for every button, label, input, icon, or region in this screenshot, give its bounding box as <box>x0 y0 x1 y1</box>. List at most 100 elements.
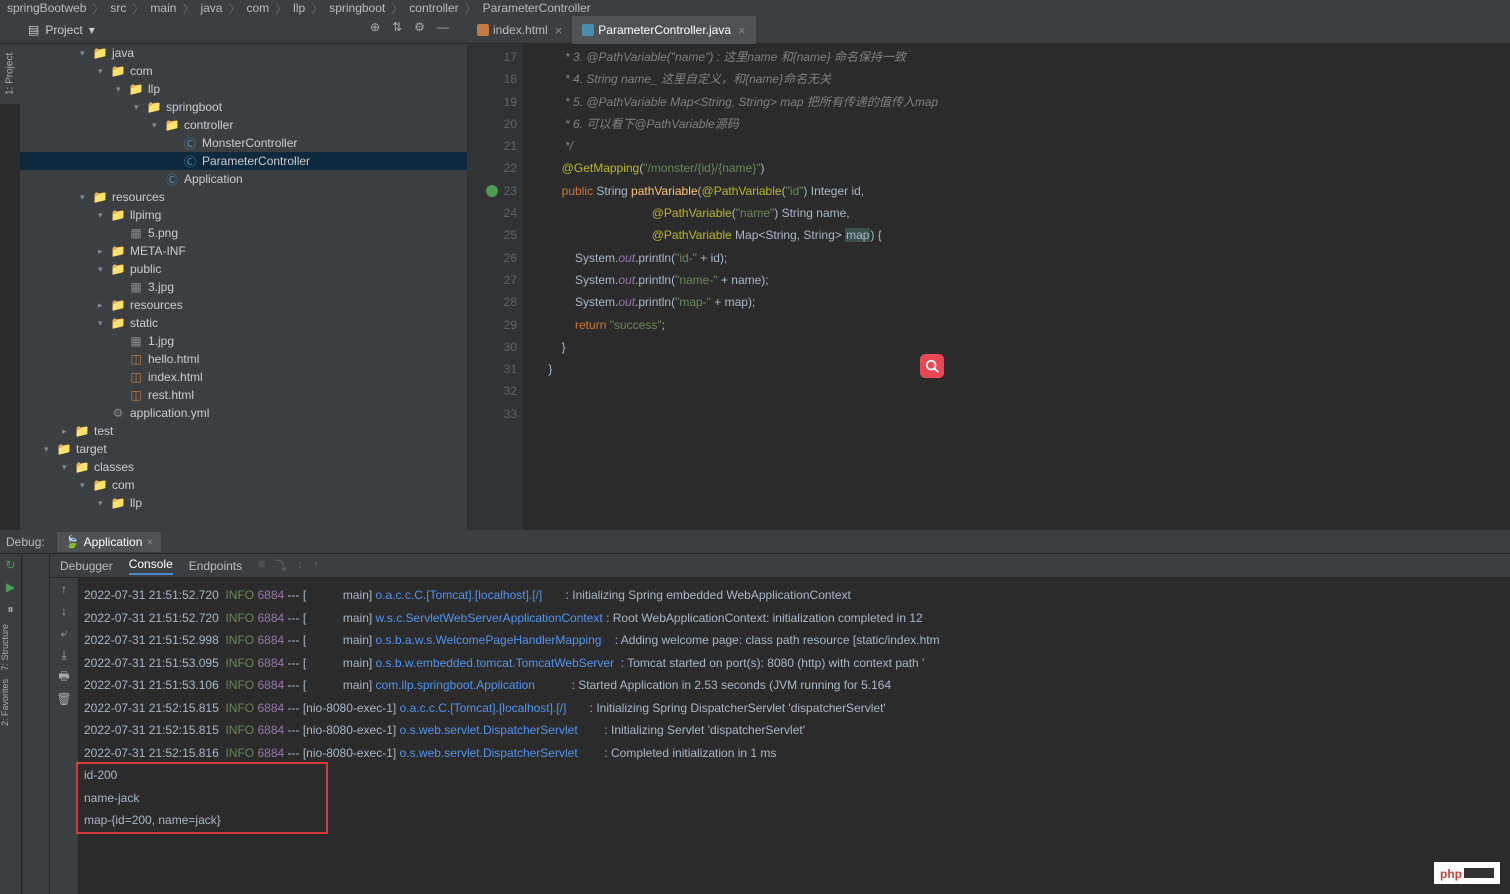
tree-label: hello.html <box>148 352 199 366</box>
tree-row[interactable]: ⒸApplication <box>20 170 467 188</box>
tree-row[interactable]: ◫index.html <box>20 368 467 386</box>
run-gutter-icon[interactable] <box>486 185 498 197</box>
tree-row[interactable]: ▾📁static <box>20 314 467 332</box>
project-side-tab[interactable]: 1: Project <box>0 44 20 104</box>
tree-row[interactable]: ▸📁test <box>20 422 467 440</box>
breadcrumb-item[interactable]: ParameterController <box>480 1 594 15</box>
step-over-icon[interactable]: ⤵ <box>275 557 287 574</box>
scroll-icon[interactable]: ⤓ <box>50 644 78 666</box>
file-icon <box>582 24 594 36</box>
tree-row[interactable]: ⒸParameterController <box>20 152 467 170</box>
rerun-icon[interactable]: ↻ <box>0 554 21 576</box>
clear-icon[interactable]: 🗑 <box>50 688 78 710</box>
target-icon[interactable]: ⊕ <box>370 20 380 34</box>
debug-app-name: Application <box>84 535 143 549</box>
tree-arrow[interactable]: ▾ <box>116 84 128 95</box>
tree-row[interactable]: ▾📁com <box>20 62 467 80</box>
tree-label: classes <box>94 460 134 474</box>
tree-arrow[interactable]: ▾ <box>98 210 110 221</box>
breadcrumb-item[interactable]: com <box>243 1 272 15</box>
tree-label: llp <box>130 496 142 510</box>
tree-label: Application <box>184 172 243 186</box>
tree-arrow[interactable]: ▾ <box>80 480 92 491</box>
tree-arrow[interactable]: ▾ <box>80 48 92 59</box>
tree-row[interactable]: ◫rest.html <box>20 386 467 404</box>
breadcrumb-item[interactable]: main <box>147 1 179 15</box>
tree-row[interactable]: ▸📁resources <box>20 296 467 314</box>
tree-row[interactable]: ⒸMonsterController <box>20 134 467 152</box>
tree-row[interactable]: ▦1.jpg <box>20 332 467 350</box>
folder-icon: 📁 <box>92 46 108 60</box>
close-icon[interactable]: × <box>146 535 153 549</box>
tree-row[interactable]: ⚙application.yml <box>20 404 467 422</box>
tree-row[interactable]: ▾📁public <box>20 260 467 278</box>
tree-arrow[interactable]: ▸ <box>98 246 110 257</box>
tree-row[interactable]: ◫hello.html <box>20 350 467 368</box>
step-into-icon[interactable]: ↓ <box>297 557 303 574</box>
tree-row[interactable]: ▾📁controller <box>20 116 467 134</box>
gear-icon[interactable]: ⚙ <box>414 20 425 34</box>
folder-icon: 📁 <box>110 298 126 312</box>
tree-arrow[interactable]: ▾ <box>80 192 92 203</box>
tree-row[interactable]: ▾📁java <box>20 44 467 62</box>
tree-row[interactable]: ▾📁target <box>20 440 467 458</box>
html-icon: ◫ <box>128 388 144 402</box>
tree-row[interactable]: ▾📁llpimg <box>20 206 467 224</box>
editor-tab[interactable]: index.html× <box>467 16 572 44</box>
wrap-icon[interactable]: ⤶ <box>50 622 78 644</box>
folder-icon: 📁 <box>92 190 108 204</box>
resume-icon[interactable]: ▶ <box>0 576 21 598</box>
project-tool-label[interactable]: ▤ Project ▾ <box>0 23 103 37</box>
hide-icon[interactable]: — <box>437 20 449 34</box>
tree-arrow[interactable]: ▾ <box>98 264 110 275</box>
tree-row[interactable]: ▾📁com <box>20 476 467 494</box>
step-icon[interactable]: ≡ <box>258 557 265 574</box>
up-icon[interactable]: ↑ <box>50 578 78 600</box>
tree-arrow[interactable]: ▸ <box>98 300 110 311</box>
tree-row[interactable]: ▾📁springboot <box>20 98 467 116</box>
structure-tab[interactable]: 7: Structure <box>0 620 10 675</box>
tree-row[interactable]: ▦5.png <box>20 224 467 242</box>
search-icon[interactable] <box>920 354 944 378</box>
tree-arrow[interactable]: ▾ <box>98 66 110 77</box>
tree-row[interactable]: ▾📁classes <box>20 458 467 476</box>
tree-label: com <box>112 478 135 492</box>
breadcrumb-item[interactable]: java <box>197 1 225 15</box>
favorites-tab[interactable]: 2: Favorites <box>0 675 10 730</box>
breadcrumb-item[interactable]: llp <box>290 1 308 15</box>
step-out-icon[interactable]: ↑ <box>313 557 319 574</box>
breadcrumb-item[interactable]: springBootweb <box>4 1 89 15</box>
tree-row[interactable]: ▸📁META-INF <box>20 242 467 260</box>
tree-arrow[interactable]: ▾ <box>152 120 164 131</box>
expand-icon[interactable]: ⇅ <box>392 20 402 34</box>
tree-label: public <box>130 262 161 276</box>
tree-arrow[interactable]: ▸ <box>62 426 74 437</box>
close-icon[interactable]: × <box>738 23 746 38</box>
code-editor[interactable]: * 3. @PathVariable("name") : 这里name 和{na… <box>523 44 1510 530</box>
console-output[interactable]: 2022-07-31 21:51:52.720 INFO 6884 --- [ … <box>78 578 1510 894</box>
debug-tab-endpoints[interactable]: Endpoints <box>189 559 242 573</box>
tree-row[interactable]: ▦3.jpg <box>20 278 467 296</box>
editor-tab[interactable]: ParameterController.java× <box>572 16 755 44</box>
debug-tab-debugger[interactable]: Debugger <box>60 559 113 573</box>
breadcrumb-item[interactable]: src <box>107 1 129 15</box>
tree-arrow[interactable]: ▾ <box>98 318 110 329</box>
stdout-line: id-200 <box>84 764 1510 787</box>
debug-app-tab[interactable]: 🍃 Application × <box>57 532 162 552</box>
pause-icon[interactable]: ⏸ <box>0 598 21 620</box>
tree-arrow[interactable]: ▾ <box>134 102 146 113</box>
project-tree[interactable]: ▾📁java▾📁com▾📁llp▾📁springboot▾📁controller… <box>20 44 467 530</box>
tree-arrow[interactable]: ▾ <box>44 444 56 455</box>
breadcrumb-item[interactable]: springboot <box>326 1 388 15</box>
tree-row[interactable]: ▾📁resources <box>20 188 467 206</box>
tree-arrow[interactable]: ▾ <box>62 462 74 473</box>
breadcrumb-item[interactable]: controller <box>406 1 461 15</box>
tree-arrow[interactable]: ▾ <box>98 498 110 509</box>
tree-row[interactable]: ▾📁llp <box>20 494 467 512</box>
tree-row[interactable]: ▾📁llp <box>20 80 467 98</box>
close-icon[interactable]: × <box>555 23 563 38</box>
print-icon[interactable]: 🖶 <box>50 666 78 688</box>
down-icon[interactable]: ↓ <box>50 600 78 622</box>
tree-label: target <box>76 442 107 456</box>
debug-tab-console[interactable]: Console <box>129 557 173 575</box>
